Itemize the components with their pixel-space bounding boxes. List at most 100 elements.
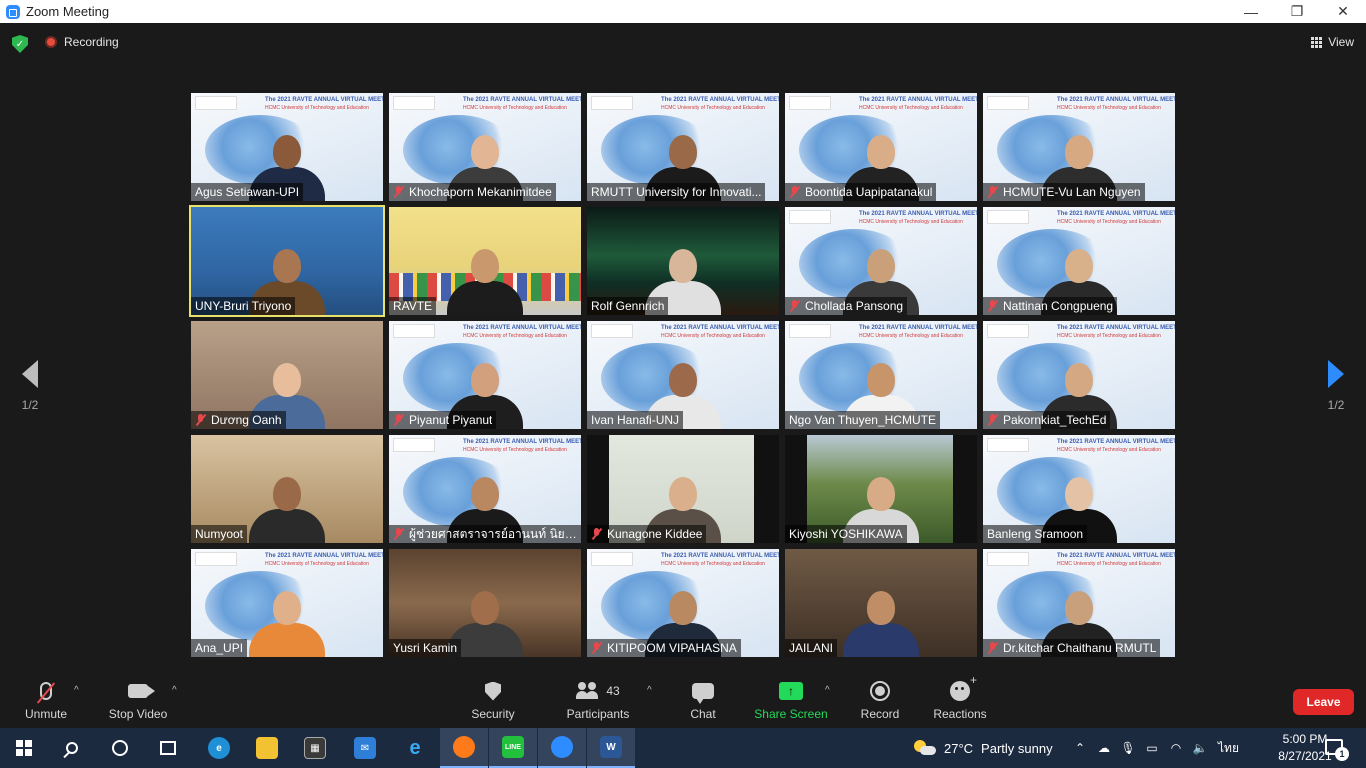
participant-tile[interactable]: JAILANI (785, 549, 977, 657)
participant-tile[interactable]: The 2021 RAVTE ANNUAL VIRTUAL MEETING HCM… (389, 435, 581, 543)
taskbar-store[interactable]: ▦ (291, 728, 339, 768)
participants-button[interactable]: 43 Participants (562, 679, 634, 721)
firefox-icon (453, 736, 475, 758)
participant-tile[interactable]: The 2021 RAVTE ANNUAL VIRTUAL MEETING HCM… (983, 93, 1175, 201)
participant-tile[interactable]: The 2021 RAVTE ANNUAL VIRTUAL MEETING HCM… (587, 549, 779, 657)
encryption-shield-icon[interactable]: ✓ (12, 35, 28, 53)
recording-label: Recording (64, 35, 119, 49)
cortana-button[interactable] (96, 728, 144, 768)
microphone-muted-icon (393, 528, 405, 540)
share-options-caret[interactable]: ^ (825, 685, 830, 696)
battery-icon[interactable]: ▭ (1144, 741, 1160, 755)
share-screen-button[interactable]: ↑ Share Screen (752, 679, 830, 721)
microphone-muted-icon (987, 414, 999, 426)
participant-tile[interactable]: The 2021 RAVTE ANNUAL VIRTUAL MEETING HCM… (389, 93, 581, 201)
participant-video (249, 587, 325, 657)
tray-chevron-icon[interactable]: ⌃ (1072, 741, 1088, 755)
taskbar-line[interactable]: LINE (489, 728, 537, 768)
virtual-background-subtitle: HCMC University of Technology and Educat… (463, 447, 567, 453)
taskbar-word[interactable]: W (587, 728, 635, 768)
participant-name: Chollada Pansong (805, 299, 904, 313)
participant-body (843, 623, 919, 657)
participant-tile[interactable]: Dương Oanh (191, 321, 383, 429)
participant-tile[interactable]: Kunagone Kiddee (587, 435, 779, 543)
participant-tile[interactable]: UNY-Bruri Triyono (189, 205, 385, 317)
previous-page-button[interactable]: 1/2 (14, 360, 46, 416)
microphone-muted-icon (987, 300, 999, 312)
participant-tile[interactable]: The 2021 RAVTE ANNUAL VIRTUAL MEETING HCM… (389, 321, 581, 429)
participant-tile[interactable]: The 2021 RAVTE ANNUAL VIRTUAL MEETING HCM… (785, 93, 977, 201)
view-button[interactable]: View (1311, 35, 1354, 49)
virtual-background-title: The 2021 RAVTE ANNUAL VIRTUAL MEETING (661, 553, 779, 559)
weather-temp: 27°C (944, 740, 974, 756)
participant-tile[interactable]: The 2021 RAVTE ANNUAL VIRTUAL MEETING HCM… (191, 549, 383, 657)
participant-head (867, 591, 895, 625)
security-button[interactable]: Security (465, 679, 521, 721)
taskbar-zoom[interactable] (538, 728, 586, 768)
minimize-button[interactable]: — (1228, 0, 1274, 23)
microphone-muted-icon (591, 528, 603, 540)
participant-tile[interactable]: The 2021 RAVTE ANNUAL VIRTUAL MEETING HCM… (191, 93, 383, 201)
start-button[interactable] (0, 728, 48, 768)
participant-tile[interactable]: The 2021 RAVTE ANNUAL VIRTUAL MEETING HCM… (587, 93, 779, 201)
search-button[interactable] (48, 728, 96, 768)
taskbar-edge[interactable]: e (195, 728, 243, 768)
participant-head (867, 135, 895, 169)
previous-page-indicator: 1/2 (21, 398, 39, 412)
chevron-right-icon (1328, 360, 1344, 388)
record-button[interactable]: Record (857, 679, 903, 721)
close-button[interactable]: ✕ (1320, 0, 1366, 23)
participant-tile[interactable]: Numyoot (191, 435, 383, 543)
stop-video-label: Stop Video (108, 707, 168, 721)
wifi-icon[interactable]: ◠ (1168, 741, 1184, 755)
taskbar-firefox[interactable] (440, 728, 488, 768)
maximize-button[interactable]: ❐ (1274, 0, 1320, 23)
video-options-caret[interactable]: ^ (172, 685, 177, 696)
leave-button[interactable]: Leave (1293, 689, 1354, 715)
volume-icon[interactable]: 🔈 (1192, 741, 1208, 755)
camera-icon (128, 684, 155, 698)
participants-options-caret[interactable]: ^ (647, 685, 652, 696)
taskbar-internet-explorer[interactable]: e (391, 728, 439, 768)
taskbar-mail[interactable]: ✉ (341, 728, 389, 768)
weather-widget[interactable]: 27°C Partly sunny (914, 728, 1053, 768)
participant-tile[interactable]: RAVTE (389, 207, 581, 315)
unmute-button[interactable]: Unmute (18, 679, 74, 721)
microphone-muted-icon (40, 682, 52, 700)
participant-tile[interactable]: The 2021 RAVTE ANNUAL VIRTUAL MEETING HCM… (785, 207, 977, 315)
line-app-icon: LINE (502, 736, 524, 758)
participant-nameplate: JAILANI (785, 639, 838, 657)
participant-name: Numyoot (195, 527, 244, 541)
participant-tile[interactable]: The 2021 RAVTE ANNUAL VIRTUAL MEETING HCM… (983, 321, 1175, 429)
participant-tile[interactable]: The 2021 RAVTE ANNUAL VIRTUAL MEETING HCM… (785, 321, 977, 429)
audio-options-caret[interactable]: ^ (74, 685, 79, 696)
microphone-tray-icon[interactable]: 🎙 (1120, 741, 1136, 755)
participant-name: Khochaporn Mekanimitdee (409, 185, 552, 199)
reactions-button[interactable]: Reactions (930, 673, 990, 721)
participant-tile[interactable]: Yusri Kamin (389, 549, 581, 657)
input-language[interactable]: ไทย (1218, 739, 1239, 758)
windows-taskbar: e ▦ ✉ e LINE W 27°C Partly sunny ⌃ ☁ 🎙 ▭… (0, 728, 1366, 768)
participant-head (669, 477, 697, 511)
participant-tile[interactable]: The 2021 RAVTE ANNUAL VIRTUAL MEETING HCM… (983, 549, 1175, 657)
next-page-button[interactable]: 1/2 (1320, 360, 1352, 416)
participant-tile[interactable]: Rolf Gennrich (587, 207, 779, 315)
microphone-muted-icon (987, 186, 999, 198)
stop-video-button[interactable]: Stop Video (104, 679, 172, 721)
participant-nameplate: Agus Setiawan-UPI (191, 183, 304, 201)
virtual-background-title: The 2021 RAVTE ANNUAL VIRTUAL MEETING (463, 97, 581, 103)
recording-indicator[interactable]: Recording (45, 35, 119, 49)
participant-tile[interactable]: Kiyoshi YOSHIKAWA (785, 435, 977, 543)
participant-tile[interactable]: The 2021 RAVTE ANNUAL VIRTUAL MEETING HCM… (983, 435, 1175, 543)
virtual-background-subtitle: HCMC University of Technology and Educat… (1057, 561, 1161, 567)
participant-tile[interactable]: The 2021 RAVTE ANNUAL VIRTUAL MEETING HCM… (983, 207, 1175, 315)
onedrive-icon[interactable]: ☁ (1096, 741, 1112, 755)
participant-tile[interactable]: The 2021 RAVTE ANNUAL VIRTUAL MEETING HCM… (587, 321, 779, 429)
chat-button[interactable]: Chat (682, 679, 724, 721)
taskbar-file-explorer[interactable] (243, 728, 291, 768)
record-label: Record (860, 707, 900, 721)
share-screen-label: Share Screen (754, 707, 828, 721)
microphone-muted-icon (591, 642, 603, 654)
task-view-button[interactable] (144, 728, 192, 768)
participant-name: HCMUTE-Vu Lan Nguyen (1003, 185, 1141, 199)
